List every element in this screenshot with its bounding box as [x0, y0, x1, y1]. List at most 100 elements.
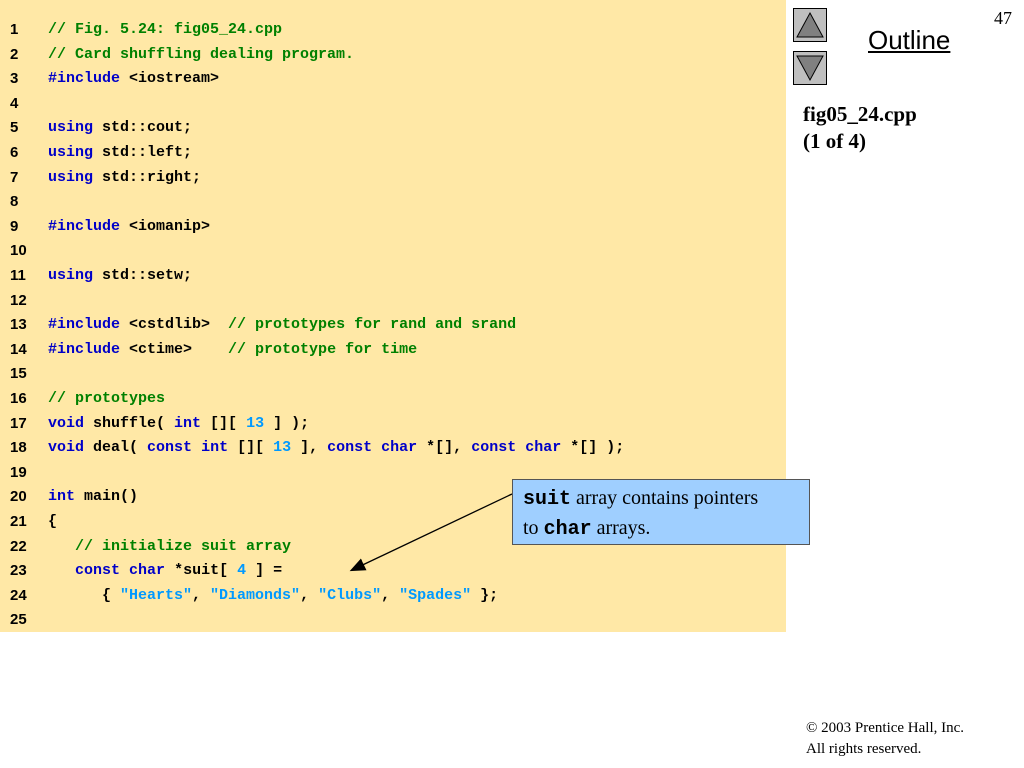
- callout-box: suit array contains pointers to char arr…: [512, 479, 810, 545]
- line-number: 11: [10, 267, 26, 284]
- line-number: 9: [10, 217, 19, 235]
- code-token: #include: [48, 340, 121, 358]
- code-token: // Card shuffling dealing program.: [48, 45, 355, 63]
- code-token: main(): [75, 488, 139, 506]
- line-number: 14: [10, 340, 27, 358]
- line-number: 10: [10, 242, 27, 260]
- code-token: using: [48, 119, 94, 137]
- code-token: deal(: [84, 439, 148, 457]
- code-token: std::right;: [93, 168, 202, 186]
- line-number: 3: [10, 70, 19, 88]
- code-token: 13: [246, 414, 265, 432]
- code-text: using std::right;: [48, 166, 201, 190]
- code-token: {: [48, 586, 121, 604]
- code-text: { "Hearts", "Diamonds", "Clubs", "Spades…: [48, 584, 498, 608]
- code-text: // initialize suit array: [48, 535, 291, 559]
- code-token: std::left;: [93, 144, 193, 161]
- code-text: #include <iomanip>: [48, 215, 210, 239]
- line-number: 24: [10, 586, 27, 604]
- code-token: void: [48, 414, 85, 432]
- code-text: {: [48, 510, 57, 534]
- code-token: ,: [192, 586, 211, 604]
- line-number: 13: [10, 316, 27, 334]
- code-token: char: [381, 439, 418, 457]
- line-number: 23: [10, 562, 27, 580]
- code-token: #include: [48, 217, 121, 235]
- line-number: 15: [10, 365, 27, 383]
- code-token: #include: [48, 316, 121, 334]
- code-token: int: [201, 439, 229, 457]
- copyright: © 2003 Prentice Hall, Inc. All rights re…: [806, 720, 965, 757]
- code-token: };: [471, 586, 499, 604]
- line-number: 12: [10, 291, 27, 309]
- code-token: std::cout;: [93, 119, 193, 137]
- code-token: *suit[: [165, 562, 238, 580]
- line-number: 19: [10, 463, 27, 481]
- code-token: // prototypes for rand and srand: [228, 316, 517, 334]
- code-text: using std::left;: [48, 141, 192, 165]
- code-token: void: [48, 439, 85, 457]
- line-number: 5: [10, 119, 19, 137]
- line-number: 21: [10, 513, 27, 530]
- code-token: <cstdlib>: [120, 316, 229, 334]
- code-text: // Card shuffling dealing program.: [48, 43, 354, 67]
- code-token: "Clubs": [318, 586, 382, 604]
- code-token: char: [129, 562, 166, 580]
- code-token: [][: [201, 414, 247, 432]
- line-number: 1: [10, 21, 19, 38]
- code-text: #include <ctime> // prototype for time: [48, 338, 417, 362]
- line-number: 8: [10, 193, 19, 211]
- code-token: 4: [237, 562, 247, 580]
- code-token: "Diamonds": [210, 586, 301, 604]
- callout-term-char: char: [543, 518, 592, 541]
- code-token: const: [327, 439, 373, 457]
- code-token: ],: [291, 439, 328, 457]
- code-token: ,: [381, 586, 400, 604]
- triangle-down-icon: [796, 55, 824, 82]
- next-slide-button[interactable]: [793, 51, 827, 85]
- code-token: int: [48, 488, 76, 506]
- code-token: "Hearts": [120, 586, 193, 604]
- code-token: <iostream>: [120, 70, 220, 88]
- line-number: 4: [10, 94, 19, 112]
- copyright-symbol: ©: [806, 720, 818, 736]
- outline-link[interactable]: Outline: [868, 25, 950, 56]
- callout-term-suit: suit: [523, 488, 572, 511]
- code-token: 13: [273, 439, 292, 457]
- code-token: using: [48, 168, 94, 186]
- code-token: *[],: [417, 439, 472, 457]
- code-token: *[] );: [561, 439, 625, 457]
- code-token: using: [48, 144, 94, 161]
- file-part: (1 of 4): [803, 129, 866, 153]
- line-number: 25: [10, 611, 27, 629]
- code-token: char: [525, 439, 562, 457]
- code-token: const: [147, 439, 193, 457]
- line-number: 18: [10, 439, 27, 457]
- code-token: {: [48, 513, 58, 530]
- page-number: 47: [994, 8, 1012, 28]
- line-number: 16: [10, 390, 27, 407]
- line-number: 17: [10, 414, 27, 432]
- code-token: // initialize suit array: [75, 537, 292, 555]
- code-token: // prototypes: [48, 390, 166, 407]
- line-number: 6: [10, 144, 19, 161]
- code-token: std::setw;: [93, 267, 193, 284]
- code-text: int main(): [48, 485, 138, 509]
- code-text: #include <iostream>: [48, 67, 219, 91]
- code-token: using: [48, 267, 94, 284]
- code-token: ] =: [246, 562, 283, 580]
- code-token: const: [75, 562, 121, 580]
- code-text: // prototypes: [48, 387, 165, 411]
- code-token: ,: [300, 586, 319, 604]
- triangle-up-icon: [796, 11, 824, 38]
- previous-slide-button[interactable]: [793, 8, 827, 42]
- line-number: 20: [10, 488, 27, 506]
- code-text: void deal( const int [][ 13 ], const cha…: [48, 436, 624, 460]
- code-token: <ctime>: [120, 340, 229, 358]
- file-title: fig05_24.cpp (1 of 4): [803, 101, 917, 155]
